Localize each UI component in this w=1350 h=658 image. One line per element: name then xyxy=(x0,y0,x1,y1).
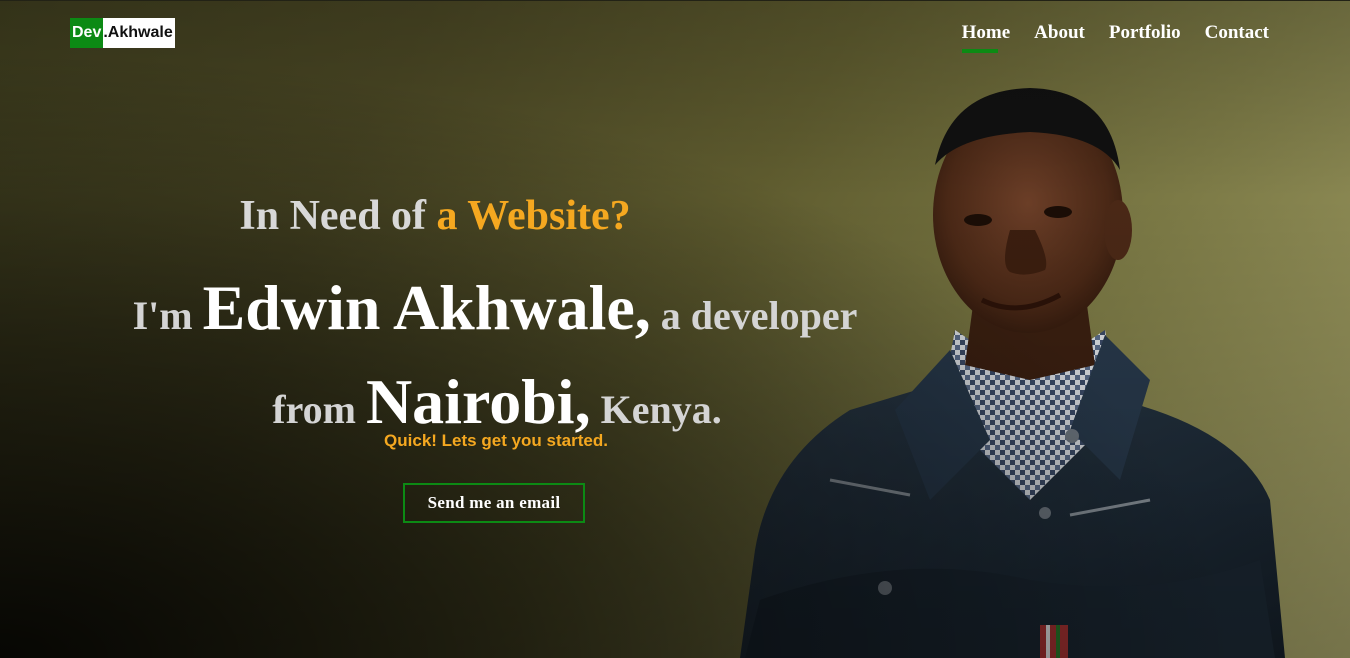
hero-tagline: Quick! Lets get you started. xyxy=(384,431,608,450)
intro-name: Edwin Akhwale, xyxy=(202,272,651,343)
intro-im: I'm xyxy=(132,293,203,338)
hero-headline: In Need of a Website? xyxy=(0,192,870,240)
headline-accent: a Website? xyxy=(436,193,631,239)
intro-line-1: I'm Edwin Akhwale, a developer xyxy=(0,268,990,362)
hero-intro: I'm Edwin Akhwale, a developer from Nair… xyxy=(0,268,990,456)
hero-section: In Need of a Website? I'm Edwin Akhwale,… xyxy=(0,0,1350,658)
intro-country: Kenya. xyxy=(590,387,722,432)
headline-prefix: In Need of xyxy=(239,193,437,239)
intro-role: a developer xyxy=(650,293,858,338)
intro-from: from xyxy=(272,387,366,432)
send-email-button[interactable]: Send me an email xyxy=(403,483,585,523)
intro-city: Nairobi, xyxy=(365,366,591,437)
